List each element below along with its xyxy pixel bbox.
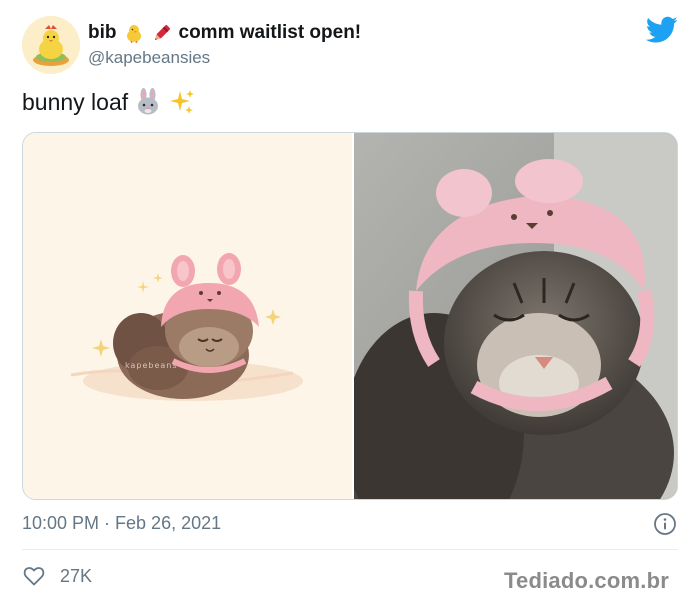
display-name-prefix: bib [88,22,117,43]
like-button[interactable]: 27K [22,564,92,588]
media-photo[interactable] [354,133,677,499]
user-handle[interactable]: @kapebeansies [88,48,210,68]
rabbit-face-icon [134,88,162,116]
avatar-chick-illustration [22,16,80,74]
sparkles-icon [168,88,196,116]
cat-bunny-hat-illustration [23,133,352,499]
chick-icon [123,22,145,44]
tweet-text: bunny loaf [22,88,196,116]
crayon-icon [151,22,173,44]
artist-signature: kapebeans [125,361,178,370]
tweet-timestamp[interactable]: 10:00 PM · Feb 26, 2021 [22,513,221,534]
media-grid[interactable]: kapebeans [22,132,678,500]
tweet-card: bib comm waitlist open! @kapebeansies bu… [0,0,700,603]
cat-photo-with-bunny-hat [354,133,677,499]
twitter-bird-icon[interactable] [646,16,678,44]
avatar[interactable] [22,16,80,74]
display-name[interactable]: bib comm waitlist open! [88,22,361,44]
site-watermark: Tediado.com.br [504,568,669,593]
tweet-text-content: bunny loaf [22,88,129,115]
media-illustration[interactable]: kapebeans [23,133,352,499]
heart-icon [22,564,46,588]
info-icon[interactable] [653,512,677,536]
display-name-suffix: comm waitlist open! [178,22,362,43]
like-count: 27K [60,565,93,586]
separator [22,549,678,550]
